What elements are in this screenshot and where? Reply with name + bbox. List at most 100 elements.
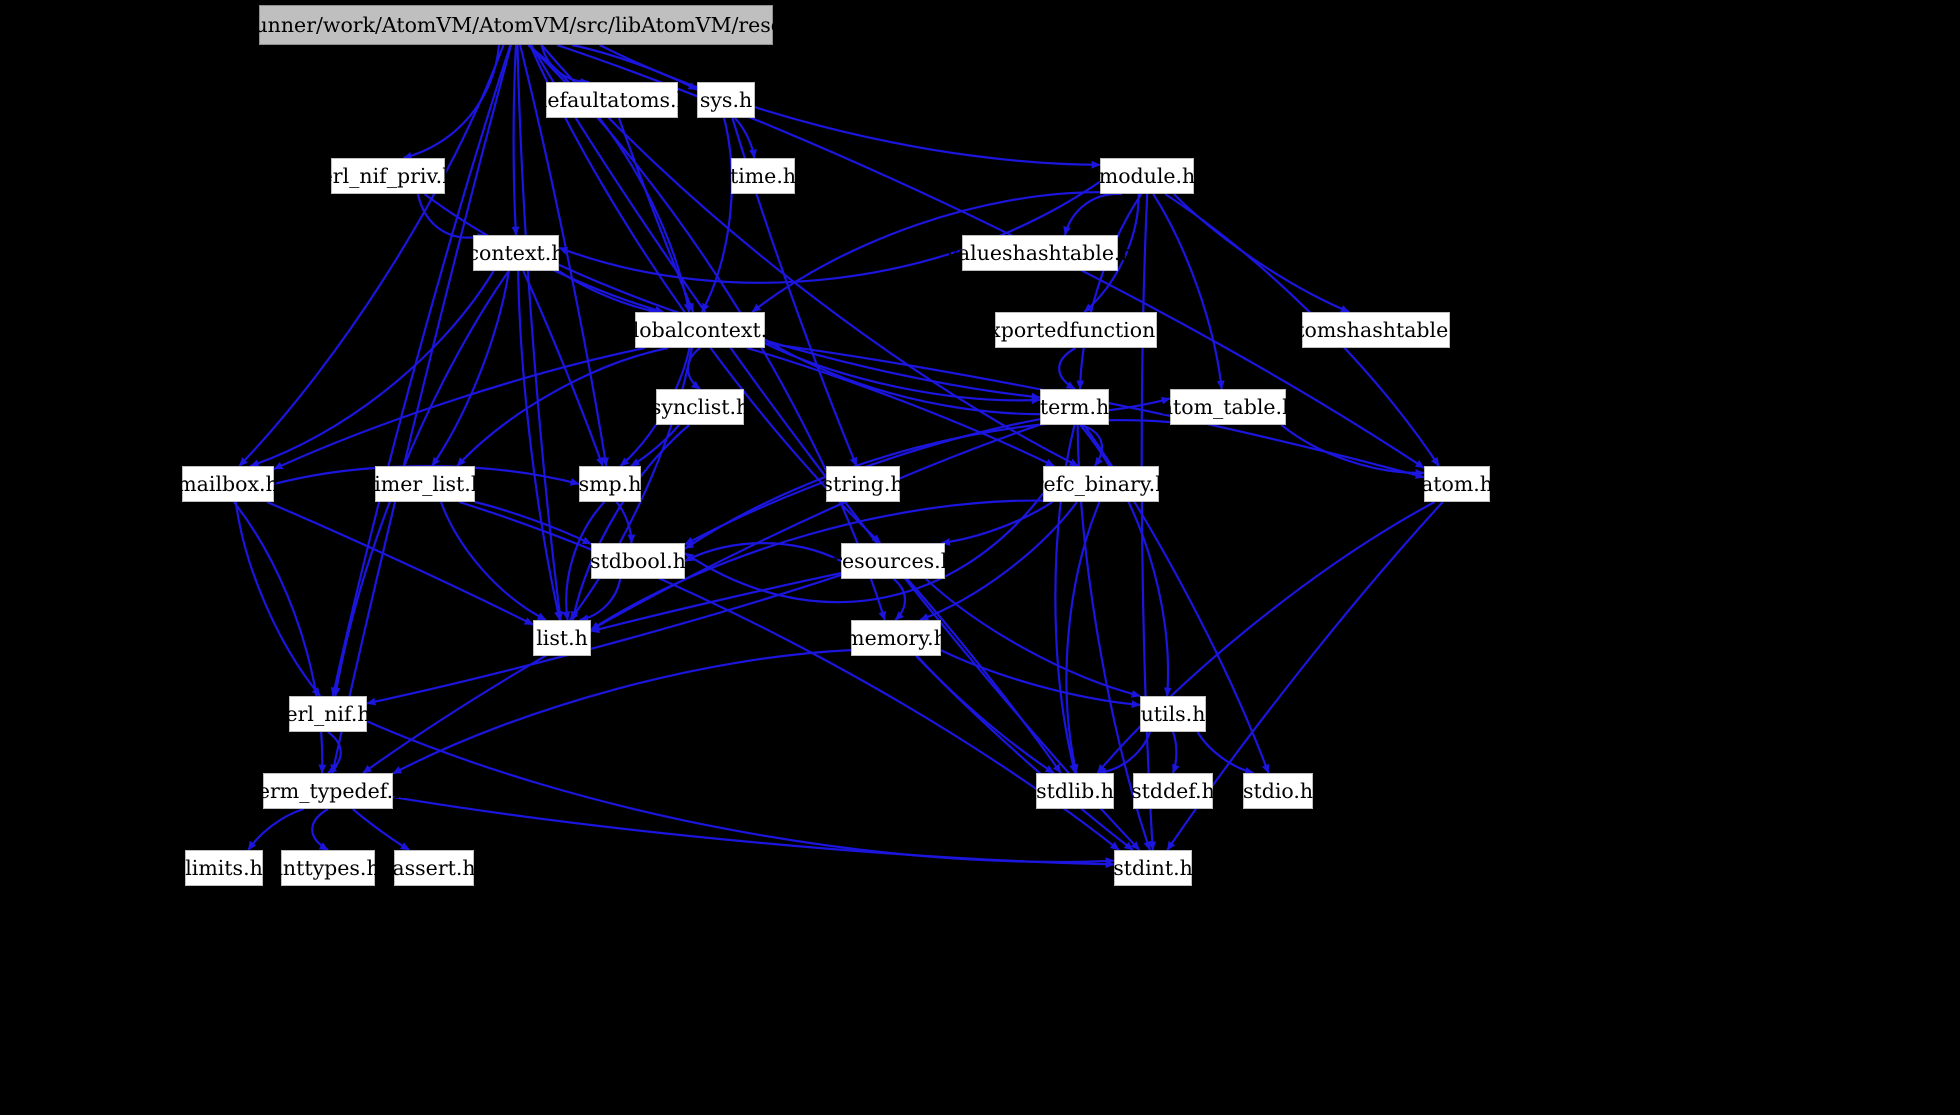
graph-node-erl_nif[interactable]: erl_nif.h (285, 696, 371, 732)
graph-edge-root-to-stdint (530, 44, 1141, 851)
graph-edge-mailbox-to-list (266, 500, 534, 626)
graph-edge-timer_list-to-stdbool (474, 500, 592, 545)
graph-node-label: atomshashtable.h (1284, 317, 1468, 342)
graph-node-label: string.h (822, 471, 904, 496)
graph-node-label: sys.h (699, 87, 753, 112)
graph-node-label: /home/runner/work/AtomVM/AtomVM/src/libA… (173, 12, 859, 37)
graph-edge-utils-to-stddef (1171, 731, 1180, 774)
graph-edge-resources-to-list (590, 572, 842, 634)
graph-edge-memory-to-term_typedef (392, 649, 852, 775)
graph-node-label: term_typedef.h (249, 778, 407, 803)
graph-node-label: resources.h (832, 548, 954, 573)
graph-node-label: mailbox.h (177, 471, 279, 496)
graph-edge-term_typedef-to-stdint (392, 796, 1115, 869)
graph-node-stddef[interactable]: stddef.h (1131, 773, 1215, 809)
graph-edge-root-to-context (511, 44, 520, 236)
graph-node-label: erl_nif.h (285, 701, 371, 726)
graph-edge-timer_list-to-stdint (458, 500, 1120, 851)
graph-edge-term_typedef-to-assert (352, 808, 410, 851)
graph-node-label: stdlib.h (1036, 778, 1114, 803)
graph-node-label: erl_nif_priv.h (320, 163, 456, 188)
graph-node-label: module.h (1098, 163, 1196, 188)
graph-node-label: atom_table.h (1160, 394, 1296, 419)
graph-node-label: context.h (467, 240, 565, 265)
graph-node-atom_table[interactable]: atom_table.h (1161, 389, 1295, 425)
graph-edges-layer (233, 43, 1444, 869)
graph-node-stdint[interactable]: stdint.h (1113, 850, 1193, 886)
graph-node-string[interactable]: string.h (822, 466, 904, 502)
graph-edge-refc_binary-to-resources (941, 501, 1054, 546)
graph-node-stdbool[interactable]: stdbool.h (590, 543, 686, 579)
graph-node-label: stdio.h (1242, 778, 1314, 803)
graph-node-label: globalcontext.h (619, 317, 781, 342)
graph-node-label: defaultatoms.h (534, 87, 690, 112)
graph-node-list[interactable]: list.h (533, 620, 591, 656)
graph-edge-resources-to-erl_nif (366, 574, 842, 706)
graph-node-root[interactable]: /home/runner/work/AtomVM/AtomVM/src/libA… (174, 5, 858, 45)
graph-node-label: stddef.h (1131, 778, 1215, 803)
graph-node-label: refc_binary.h (1033, 471, 1169, 496)
graph-node-label: stdint.h (1113, 855, 1193, 880)
graph-node-label: valueshashtable.h (946, 240, 1134, 265)
graph-node-label: stdbool.h (590, 548, 686, 573)
graph-node-label: term.h (1039, 394, 1110, 419)
graph-node-resources[interactable]: resources.h (832, 543, 954, 579)
graph-node-utils[interactable]: utils.h (1140, 696, 1206, 732)
graph-node-valueshashtable[interactable]: valueshashtable.h (946, 235, 1134, 271)
graph-node-stdlib[interactable]: stdlib.h (1036, 773, 1114, 809)
graph-node-label: inttypes.h (276, 855, 380, 880)
graph-node-label: timer_list.h (366, 471, 485, 496)
graph-node-label: assert.h (392, 855, 476, 880)
graph-edge-module-to-atom_table (1152, 193, 1225, 390)
graph-node-label: utils.h (1140, 701, 1206, 726)
graph-node-atom[interactable]: atom.h (1421, 466, 1493, 502)
graph-node-label: synclist.h (650, 394, 750, 419)
graph-edge-exportedfunction-to-term (1058, 347, 1077, 390)
graph-node-timer_list[interactable]: timer_list.h (366, 466, 484, 502)
graph-edge-mailbox-to-term_typedef (233, 501, 327, 774)
graph-edge-term_typedef-to-inttypes (311, 808, 329, 851)
graph-node-term[interactable]: term.h (1040, 389, 1109, 425)
graph-node-label: list.h (536, 625, 588, 650)
graph-edge-defaultatoms-to-globalcontext (617, 117, 695, 313)
graph-node-label: smp.h (578, 471, 642, 496)
graph-node-assert[interactable]: assert.h (392, 850, 476, 886)
graph-node-context[interactable]: context.h (468, 235, 564, 271)
graph-node-refc_binary[interactable]: refc_binary.h (1034, 466, 1168, 502)
graph-node-synclist[interactable]: synclist.h (651, 389, 749, 425)
graph-edge-refc_binary-to-stdlib (1065, 501, 1101, 774)
graph-node-time[interactable]: time.h (730, 158, 796, 194)
graph-node-label: memory.h (845, 625, 947, 650)
graph-edge-root-to-erl_nif (330, 44, 512, 697)
graph-node-defaultatoms[interactable]: defaultatoms.h (534, 82, 690, 118)
graph-node-label: time.h (729, 163, 797, 188)
graph-edge-globalcontext-to-timer_list (456, 346, 669, 467)
graph-edge-atom-to-stdlib (1096, 501, 1436, 774)
graph-edge-mailbox-to-erl_nif (234, 501, 322, 697)
graph-edge-module-to-term (1076, 193, 1143, 390)
graph-edge-resources-to-stdbool (684, 542, 842, 562)
graph-edge-context-to-mailbox (249, 270, 495, 468)
graph-edge-erl_nif-to-term_typedef (327, 731, 342, 774)
graph-node-stdio[interactable]: stdio.h (1243, 773, 1313, 809)
include-dependency-graph: /home/runner/work/AtomVM/AtomVM/src/libA… (0, 0, 1960, 1115)
graph-node-limits[interactable]: limits.h (185, 850, 263, 886)
graph-edge-utils-to-stdlib (1097, 731, 1152, 776)
graph-node-globalcontext[interactable]: globalcontext.h (620, 312, 780, 348)
graph-node-term_typedef[interactable]: term_typedef.h (250, 773, 406, 809)
graph-edge-module-to-valueshashtable (1063, 192, 1123, 236)
graph-node-erl_nif_priv[interactable]: erl_nif_priv.h (321, 158, 455, 194)
graph-node-label: atom.h (1421, 471, 1493, 496)
graph-node-exportedfunction[interactable]: exportedfunction.h (977, 312, 1175, 348)
graph-edge-atom_table-to-atom (1280, 424, 1425, 478)
graph-node-module[interactable]: module.h (1099, 158, 1195, 194)
graph-node-smp[interactable]: smp.h (579, 466, 641, 502)
graph-node-label: exportedfunction.h (977, 317, 1175, 342)
graph-node-inttypes[interactable]: inttypes.h (276, 850, 380, 886)
graph-node-atomshashtable[interactable]: atomshashtable.h (1284, 312, 1468, 348)
graph-edge-globalcontext-to-refc_binary (746, 346, 1055, 467)
graph-node-memory[interactable]: memory.h (845, 620, 947, 656)
graph-node-sys[interactable]: sys.h (697, 82, 755, 118)
graph-edge-term_typedef-to-limits (247, 807, 305, 851)
graph-node-mailbox[interactable]: mailbox.h (177, 466, 279, 502)
